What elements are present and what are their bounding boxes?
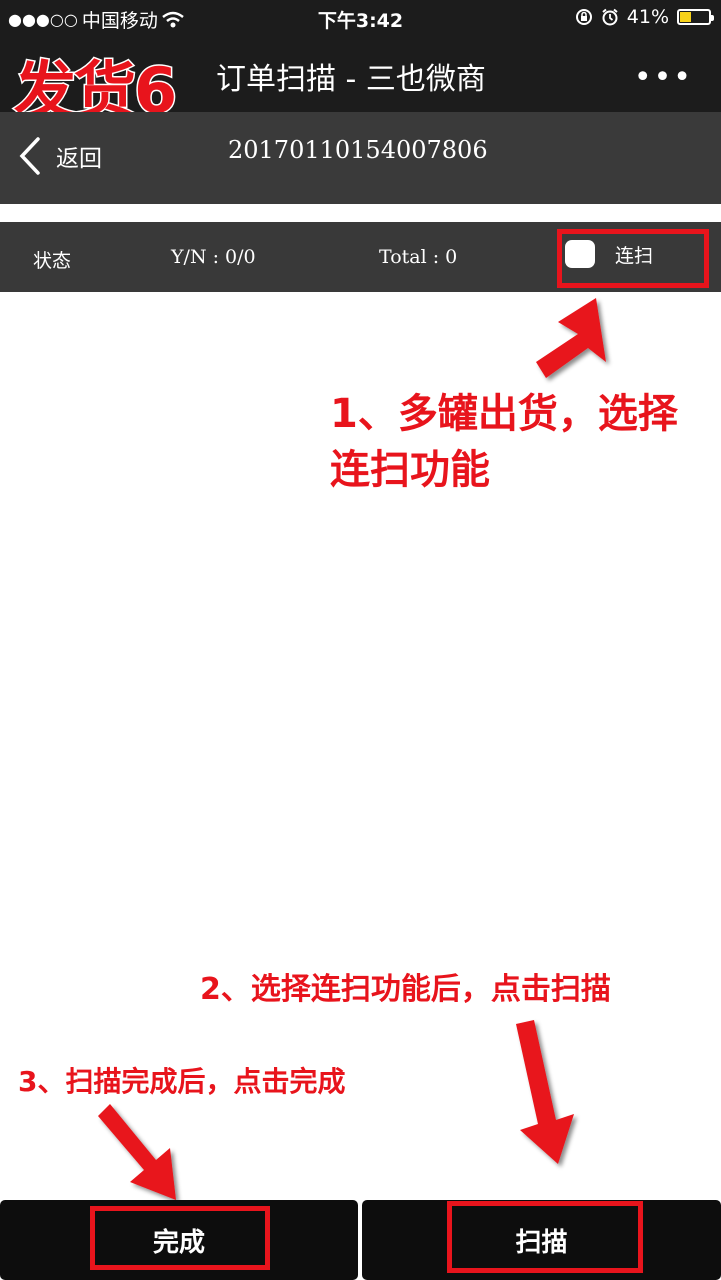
- order-number: 20170110154007806: [228, 136, 488, 164]
- highlight-continuous-scan: [557, 229, 709, 288]
- yn-count: Y/N : 0/0: [171, 246, 256, 268]
- back-button[interactable]: 返回: [18, 136, 102, 176]
- battery-fill: [680, 12, 692, 22]
- arrow-to-continuous-scan: [536, 298, 606, 378]
- total-count: Total : 0: [379, 246, 458, 268]
- chevron-left-icon: [19, 137, 40, 175]
- page-title: 订单扫描 - 三也微商: [216, 62, 486, 97]
- title-bar: 发货6 订单扫描 - 三也微商 •••: [0, 36, 721, 129]
- status-right: 41%: [575, 6, 714, 28]
- annotation-step1: 1、多罐出货，选择连扫功能: [330, 391, 678, 493]
- rotation-lock-icon: [575, 9, 592, 25]
- arrow-to-done-button: [98, 1104, 176, 1200]
- divider: [0, 204, 721, 222]
- alarm-icon: [602, 8, 618, 26]
- nav-bar: 返回 20170110154007806: [0, 112, 721, 204]
- highlight-done-button: [90, 1206, 270, 1270]
- highlight-scan-button: [447, 1201, 643, 1273]
- status-label: 状态: [33, 250, 72, 272]
- annotation-step2: 2、选择连扫功能后，点击扫描: [200, 972, 611, 1007]
- more-options-icon[interactable]: •••: [634, 60, 693, 95]
- annotation-step3: 3、扫描完成后，点击完成: [18, 1065, 346, 1098]
- battery-icon: [677, 9, 714, 25]
- back-label: 返回: [56, 146, 102, 172]
- battery-percent: 41%: [626, 6, 669, 28]
- status-bar: ●●●○○ 中国移动 下午3:42 41%: [0, 0, 721, 36]
- arrow-to-scan-button: [516, 1020, 574, 1164]
